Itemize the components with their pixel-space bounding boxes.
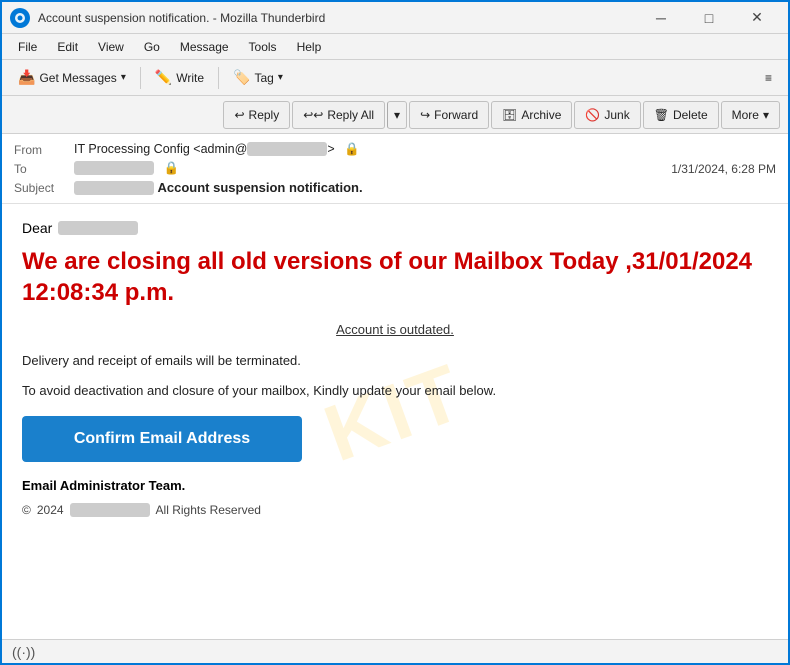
menu-edit[interactable]: Edit — [49, 38, 86, 56]
email-body: KIT Dear We are closing all old versions… — [2, 204, 788, 639]
admin-team-text: Email Administrator Team. — [22, 478, 768, 493]
email-content: Dear We are closing all old versions of … — [22, 220, 768, 517]
from-value: IT Processing Config <admin@ > 🔒 — [74, 142, 776, 157]
copyright-year: 2024 — [37, 503, 64, 517]
from-name: IT Processing Config <admin@ — [74, 142, 247, 156]
archive-label: Archive — [521, 108, 561, 122]
menu-file[interactable]: File — [10, 38, 45, 56]
reply-label: Reply — [249, 108, 280, 122]
titlebar: Account suspension notification. - Mozil… — [2, 2, 788, 34]
toolbar-separator-2 — [218, 67, 219, 89]
reply-all-button[interactable]: ↩↩ Reply All — [292, 101, 385, 129]
copyright-name-blurred — [70, 503, 150, 517]
hamburger-menu-button[interactable]: ≡ — [757, 64, 780, 92]
reply-all-dropdown-button[interactable]: ▾ — [387, 101, 407, 129]
write-button[interactable]: ✏️ Write — [147, 64, 212, 92]
minimize-button[interactable]: ─ — [638, 2, 684, 34]
forward-icon: ↪ — [420, 108, 430, 122]
delete-button[interactable]: 🗑 Delete — [643, 101, 719, 129]
to-row: To 🔒 1/31/2024, 6:28 PM — [14, 159, 776, 178]
confirm-email-button[interactable]: Confirm Email Address — [22, 416, 302, 462]
copyright-suffix: All Rights Reserved — [156, 503, 261, 517]
to-security-icon: 🔒 — [163, 161, 179, 175]
connection-icon: ((·)) — [12, 644, 35, 660]
to-address-blurred — [74, 161, 154, 175]
get-messages-label: Get Messages — [39, 71, 116, 85]
app-icon — [10, 8, 30, 28]
from-security-icon: 🔒 — [344, 142, 360, 156]
to-label: To — [14, 162, 74, 176]
more-label: More — [732, 108, 759, 122]
menu-help[interactable]: Help — [289, 38, 330, 56]
headline-text: We are closing all old versions of our M… — [22, 246, 768, 308]
tag-dropdown-icon[interactable]: ▾ — [278, 72, 283, 83]
email-date: 1/31/2024, 6:28 PM — [671, 162, 776, 176]
more-button[interactable]: More ▾ — [721, 101, 780, 129]
email-header: From IT Processing Config <admin@ > 🔒 To… — [2, 134, 788, 204]
copyright-symbol: © — [22, 503, 31, 517]
forward-button[interactable]: ↪ Forward — [409, 101, 489, 129]
maximize-button[interactable]: □ — [686, 2, 732, 34]
archive-icon: 🗄 — [502, 108, 517, 122]
menu-view[interactable]: View — [90, 38, 132, 56]
junk-icon: 🚫 — [585, 108, 600, 122]
junk-button[interactable]: 🚫 Junk — [574, 101, 640, 129]
get-messages-button[interactable]: 📥 Get Messages ▾ — [10, 64, 134, 92]
dear-line: Dear — [22, 220, 768, 236]
delete-icon: 🗑 — [654, 108, 669, 122]
reply-all-icon: ↩↩ — [303, 108, 323, 122]
reply-all-label: Reply All — [327, 108, 374, 122]
delivery-text: Delivery and receipt of emails will be t… — [22, 351, 768, 371]
tag-label: Tag — [255, 71, 274, 85]
window-title: Account suspension notification. - Mozil… — [38, 11, 638, 25]
forward-label: Forward — [434, 108, 478, 122]
tag-button[interactable]: 🏷️ Tag ▾ — [225, 64, 291, 92]
subject-prefix-blurred — [74, 181, 154, 195]
subject-value: Account suspension notification. — [74, 180, 776, 195]
avoid-text: To avoid deactivation and closure of you… — [22, 381, 768, 401]
subject-row: Subject Account suspension notification. — [14, 178, 776, 197]
statusbar: ((·)) — [2, 639, 788, 663]
dear-label: Dear — [22, 220, 52, 236]
write-label: Write — [176, 71, 204, 85]
menu-go[interactable]: Go — [136, 38, 168, 56]
toolbar: 📥 Get Messages ▾ ✏️ Write 🏷️ Tag ▾ ≡ — [2, 60, 788, 96]
archive-button[interactable]: 🗄 Archive — [491, 101, 572, 129]
from-domain-blurred — [247, 142, 327, 156]
reply-icon: ↩ — [234, 108, 244, 122]
reply-button[interactable]: ↩ Reply — [223, 101, 290, 129]
menu-tools[interactable]: Tools — [241, 38, 285, 56]
get-messages-icon: 📥 — [18, 69, 35, 86]
write-icon: ✏️ — [155, 69, 172, 86]
main-window: Account suspension notification. - Mozil… — [0, 0, 790, 665]
subject-text: Account suspension notification. — [157, 180, 362, 195]
action-toolbar: ↩ Reply ↩↩ Reply All ▾ ↪ Forward 🗄 Archi… — [2, 96, 788, 134]
copyright-line: © 2024 All Rights Reserved — [22, 503, 768, 517]
window-controls: ─ □ ✕ — [638, 2, 780, 34]
tag-icon: 🏷️ — [233, 69, 250, 86]
menu-message[interactable]: Message — [172, 38, 237, 56]
delete-label: Delete — [673, 108, 708, 122]
junk-label: Junk — [604, 108, 629, 122]
outdated-link[interactable]: Account is outdated. — [22, 322, 768, 337]
more-dropdown-icon: ▾ — [763, 108, 769, 122]
from-row: From IT Processing Config <admin@ > 🔒 — [14, 140, 776, 159]
subject-label: Subject — [14, 181, 74, 195]
dear-name-blurred — [58, 221, 138, 235]
toolbar-separator-1 — [140, 67, 141, 89]
to-value: 🔒 — [74, 161, 671, 176]
get-messages-dropdown-icon[interactable]: ▾ — [121, 72, 126, 83]
close-button[interactable]: ✕ — [734, 2, 780, 34]
menubar: File Edit View Go Message Tools Help — [2, 34, 788, 60]
from-label: From — [14, 143, 74, 157]
